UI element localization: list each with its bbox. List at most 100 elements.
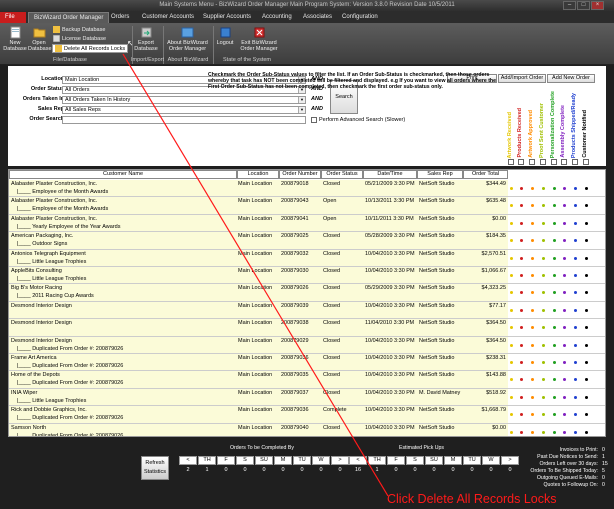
about-order-manager-button[interactable]: About BizWizard Order Manager bbox=[165, 26, 210, 52]
day-nav-completed[interactable]: < bbox=[179, 456, 197, 465]
add-import-order-button[interactable]: Add/Import Order bbox=[498, 74, 546, 83]
table-row[interactable]: INIA Wiper |____ Little League Trophies Ma… bbox=[9, 388, 605, 407]
close-window-button[interactable]: × bbox=[591, 1, 604, 10]
day-nav-completed[interactable]: TU bbox=[293, 456, 311, 465]
substatus-checkbox[interactable] bbox=[518, 159, 524, 165]
col-location[interactable]: Location bbox=[237, 170, 279, 179]
table-row[interactable]: Samson North |____ Duplicated From Order … bbox=[9, 423, 605, 436]
table-row[interactable]: Rick and Dobbie Graphics, Inc. |____ Dupl… bbox=[9, 406, 605, 424]
table-row[interactable]: Alabaster Plaster Construction, Inc. |___… bbox=[9, 214, 605, 233]
day-nav-pickup[interactable]: F bbox=[387, 456, 405, 465]
export-icon bbox=[141, 27, 151, 38]
cell-loc: Main Location bbox=[238, 268, 273, 274]
add-new-order-button[interactable]: Add New Order bbox=[547, 74, 595, 83]
col-date-time[interactable]: Date/Time bbox=[363, 170, 417, 179]
export-database-label: Export Database bbox=[134, 40, 158, 52]
tab-supplier-accounts[interactable]: Supplier Accounts bbox=[198, 12, 256, 23]
tab-bizwizard-order-manager[interactable]: BizWizard Order Manager bbox=[28, 12, 110, 23]
col-customer-name[interactable]: Customer Name bbox=[9, 170, 237, 179]
substatus-checkbox[interactable] bbox=[540, 159, 546, 165]
substatus-dot bbox=[510, 187, 513, 190]
day-nav-pickup[interactable]: TU bbox=[463, 456, 481, 465]
cell-total: $1,066.67 bbox=[481, 268, 506, 274]
stat-label: Outgoing Queued E-Mails: bbox=[536, 475, 598, 481]
day-nav-pickup[interactable]: S bbox=[406, 456, 424, 465]
table-row[interactable]: Frame Art America |____ Duplicated From O… bbox=[9, 354, 605, 372]
day-nav-completed[interactable]: W bbox=[312, 456, 330, 465]
customer-name: Alabaster Plaster Construction, Inc. bbox=[11, 181, 98, 187]
table-row[interactable]: Antonios Telegraph Equipment |____ Little… bbox=[9, 249, 605, 267]
delete-all-records-locks-button[interactable]: Delete All Records Locks bbox=[52, 44, 129, 53]
substatus-dot bbox=[520, 326, 523, 330]
day-count-completed: 2 bbox=[186, 467, 190, 473]
substatus-checkbox[interactable] bbox=[508, 159, 514, 165]
day-nav-completed[interactable]: M bbox=[274, 456, 292, 465]
exit-order-manager-button[interactable]: Exit BizWizard Order Manager bbox=[238, 26, 280, 52]
tab-associates[interactable]: Associates bbox=[298, 12, 337, 23]
callout-text: Click Delete All Records Locks bbox=[387, 492, 557, 506]
order-description: |____ Duplicated From Order #: 200879026 bbox=[17, 345, 124, 352]
day-nav-completed[interactable]: SU bbox=[255, 456, 273, 465]
new-database-button[interactable]: New Database bbox=[3, 26, 27, 52]
table-row[interactable]: American Packaging, Inc. |____ Outdoor Si… bbox=[9, 232, 605, 250]
table-row[interactable]: AppleBits Consulting |____ Little League … bbox=[9, 267, 605, 285]
day-nav-completed[interactable]: > bbox=[331, 456, 349, 465]
substatus-dot bbox=[574, 395, 577, 399]
tab-configuration[interactable]: Configuration bbox=[337, 12, 383, 23]
day-nav-completed[interactable]: F bbox=[217, 456, 235, 465]
col-sales-rep[interactable]: Sales Rep bbox=[417, 170, 463, 179]
col-order-number[interactable]: Order Number bbox=[279, 170, 321, 179]
tab-customer-accounts[interactable]: Customer Accounts bbox=[137, 12, 199, 23]
sales-rep-select[interactable]: All Sales Reps ▼ bbox=[62, 106, 306, 114]
substatus-checkbox[interactable] bbox=[551, 159, 557, 165]
col-order-status[interactable]: Order Status bbox=[321, 170, 363, 179]
substatus-dot bbox=[585, 395, 588, 399]
refresh-statistics-button[interactable]: Refresh Statistics bbox=[141, 456, 169, 480]
table-row[interactable]: Desmond Interior Design |____ Duplicated … bbox=[9, 336, 605, 354]
open-database-button[interactable]: Open Database bbox=[28, 26, 52, 52]
customer-name: AppleBits Consulting bbox=[11, 268, 62, 274]
tab-file[interactable]: File bbox=[0, 12, 26, 23]
tab-accounting[interactable]: Accounting bbox=[257, 12, 297, 23]
substatus-checkbox[interactable] bbox=[572, 159, 578, 165]
maximize-button[interactable]: □ bbox=[577, 1, 590, 10]
order-search-input[interactable] bbox=[62, 116, 306, 124]
backup-database-button[interactable]: Backup Database bbox=[53, 26, 105, 33]
new-database-icon bbox=[10, 26, 20, 39]
substatus-checkbox[interactable] bbox=[561, 159, 567, 165]
day-nav-completed[interactable]: S bbox=[236, 456, 254, 465]
day-nav-pickup[interactable]: > bbox=[501, 456, 519, 465]
substatus-checkbox[interactable] bbox=[529, 159, 535, 165]
about-order-manager-label: About BizWizard Order Manager bbox=[167, 40, 208, 52]
table-row[interactable]: Desmond Interior Design Main Location 2008… bbox=[9, 319, 605, 337]
day-nav-pickup[interactable]: M bbox=[444, 456, 462, 465]
table-row[interactable]: Alabaster Plaster Construction, Inc. |___… bbox=[9, 197, 605, 215]
day-nav-pickup[interactable]: TH bbox=[368, 456, 386, 465]
advanced-search-checkbox[interactable] bbox=[311, 117, 317, 123]
license-database-button[interactable]: License Database bbox=[53, 35, 106, 42]
cell-num: 200879032 bbox=[281, 250, 309, 257]
logout-button[interactable]: Logout bbox=[215, 26, 235, 46]
table-row[interactable]: Big B's Motor Racing |____ 2011 Racing Cu… bbox=[9, 284, 605, 302]
export-database-button[interactable]: Export Database bbox=[134, 26, 158, 52]
substatus-dot bbox=[510, 221, 513, 225]
substatus-checkbox[interactable] bbox=[583, 159, 589, 165]
substatus-dot bbox=[574, 274, 577, 277]
table-row[interactable]: Alabaster Plaster Construction, Inc. |___… bbox=[9, 180, 605, 198]
day-nav-pickup[interactable]: SU bbox=[425, 456, 443, 465]
day-nav-completed[interactable]: TH bbox=[198, 456, 216, 465]
cell-status: Open bbox=[323, 198, 337, 205]
table-row[interactable]: Home of the Depots |____ Duplicated From … bbox=[9, 371, 605, 389]
cell-status: Closed bbox=[323, 372, 341, 379]
customer-name: American Packaging, Inc. bbox=[11, 233, 74, 240]
tab-orders[interactable]: Orders bbox=[106, 12, 134, 23]
day-nav-pickup[interactable]: < bbox=[349, 456, 367, 465]
orders-taken-select[interactable]: All Orders Taken In History ▼ bbox=[62, 96, 306, 104]
col-order-total[interactable]: Order Total bbox=[463, 170, 508, 179]
customer-name: Desmond Interior Design bbox=[11, 302, 72, 309]
table-row[interactable]: Desmond Interior Design Main Location 2008… bbox=[9, 301, 605, 320]
minimize-button[interactable]: – bbox=[563, 1, 576, 10]
cell-num: 200879043 bbox=[281, 198, 309, 205]
day-nav-pickup[interactable]: W bbox=[482, 456, 500, 465]
substatus-dot bbox=[574, 187, 577, 190]
